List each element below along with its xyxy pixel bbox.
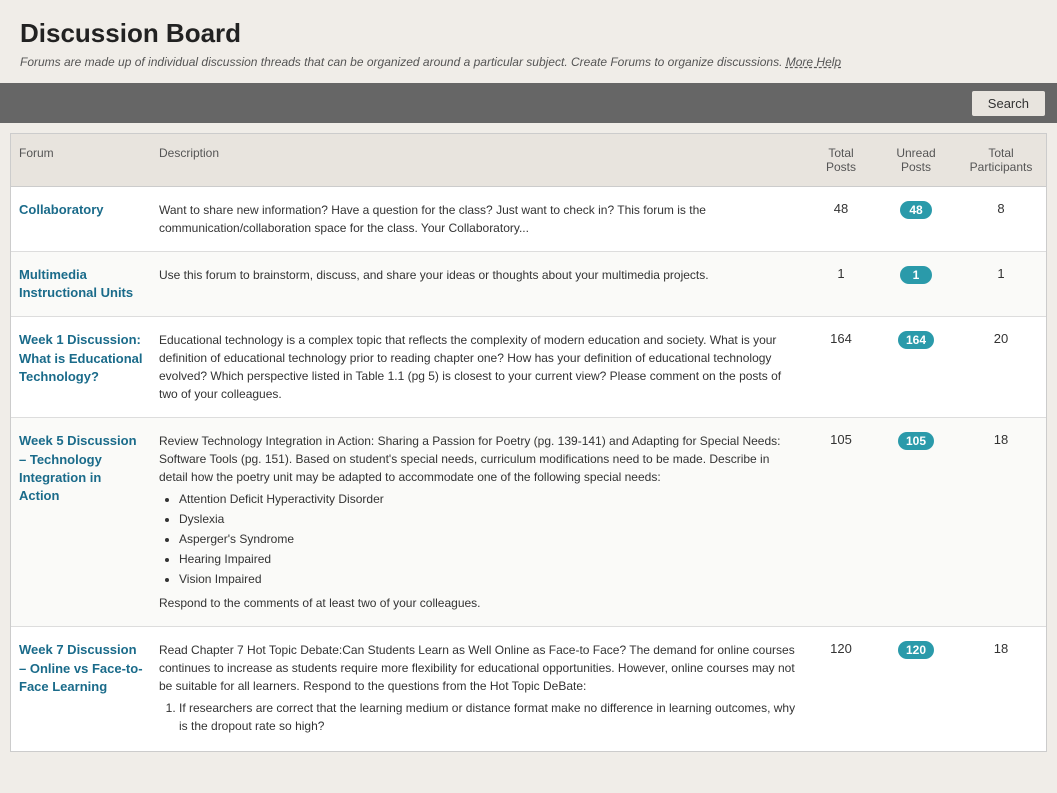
more-help-link[interactable]: More Help	[786, 55, 841, 69]
forum-unread-posts: 1	[876, 262, 956, 288]
forum-unread-posts: 48	[876, 197, 956, 223]
forum-description-text: Use this forum to brainstorm, discuss, a…	[159, 268, 709, 282]
col-forum-header: Forum	[11, 142, 151, 178]
content-area: Forum Description Total Posts Unread Pos…	[10, 133, 1047, 752]
forum-description-text: Read Chapter 7 Hot Topic Debate:Can Stud…	[159, 643, 795, 693]
forum-description-cell: Educational technology is a complex topi…	[151, 327, 806, 407]
list-item: Dyslexia	[179, 510, 798, 528]
col-unread-posts-header: Unread Posts	[876, 142, 956, 178]
forum-total-participants: 1	[956, 262, 1046, 285]
unread-badge: 48	[900, 201, 932, 219]
list-item: Vision Impaired	[179, 570, 798, 588]
forum-unread-posts: 120	[876, 637, 956, 663]
page-title: Discussion Board	[20, 18, 1037, 49]
list-item: Hearing Impaired	[179, 550, 798, 568]
forum-name-cell: Multimedia Instructional Units	[11, 262, 151, 306]
forum-total-participants: 18	[956, 637, 1046, 660]
col-description-header: Description	[151, 142, 806, 178]
table-row: Week 7 Discussion – Online vs Face-to-Fa…	[11, 627, 1046, 751]
forum-description-cell: Use this forum to brainstorm, discuss, a…	[151, 262, 806, 288]
forum-name-link[interactable]: Collaboratory	[19, 202, 104, 217]
forum-name-cell: Week 7 Discussion – Online vs Face-to-Fa…	[11, 637, 151, 700]
forum-description-cell: Review Technology Integration in Action:…	[151, 428, 806, 616]
col-total-posts-header: Total Posts	[806, 142, 876, 178]
forum-unread-posts: 105	[876, 428, 956, 454]
table-header: Forum Description Total Posts Unread Pos…	[11, 134, 1046, 187]
forum-rows-container: Collaboratory Want to share new informati…	[11, 187, 1046, 751]
forum-extra-text: Respond to the comments of at least two …	[159, 594, 798, 612]
forum-total-participants: 8	[956, 197, 1046, 220]
list-item: Attention Deficit Hyperactivity Disorder	[179, 490, 798, 508]
table-row: Week 5 Discussion – Technology Integrati…	[11, 418, 1046, 627]
forum-description-text: Review Technology Integration in Action:…	[159, 434, 781, 484]
forum-total-posts: 164	[806, 327, 876, 350]
forum-total-participants: 20	[956, 327, 1046, 350]
forum-name-link[interactable]: Week 7 Discussion – Online vs Face-to-Fa…	[19, 642, 143, 693]
forum-name-cell: Week 1 Discussion: What is Educational T…	[11, 327, 151, 390]
forum-name-link[interactable]: Multimedia Instructional Units	[19, 267, 133, 300]
forum-total-posts: 48	[806, 197, 876, 220]
forum-unread-posts: 164	[876, 327, 956, 353]
search-button[interactable]: Search	[972, 91, 1045, 116]
unread-badge: 1	[900, 266, 932, 284]
table-row: Week 1 Discussion: What is Educational T…	[11, 317, 1046, 418]
table-row: Multimedia Instructional Units Use this f…	[11, 252, 1046, 317]
forum-name-link[interactable]: Week 5 Discussion – Technology Integrati…	[19, 433, 137, 503]
unread-badge: 164	[898, 331, 934, 349]
forum-name-link[interactable]: Week 1 Discussion: What is Educational T…	[19, 332, 143, 383]
col-total-participants-header: Total Participants	[956, 142, 1046, 178]
forum-ordered-list: If researchers are correct that the lear…	[179, 699, 798, 735]
list-item: If researchers are correct that the lear…	[179, 699, 798, 735]
forum-total-posts: 120	[806, 637, 876, 660]
toolbar: Search	[0, 83, 1057, 123]
forum-description-cell: Read Chapter 7 Hot Topic Debate:Can Stud…	[151, 637, 806, 741]
forum-total-posts: 1	[806, 262, 876, 285]
forum-description-list: Attention Deficit Hyperactivity Disorder…	[179, 490, 798, 588]
unread-badge: 105	[898, 432, 934, 450]
forum-description-text: Want to share new information? Have a qu…	[159, 203, 706, 235]
forum-name-cell: Collaboratory	[11, 197, 151, 223]
forum-description-text: Educational technology is a complex topi…	[159, 333, 781, 401]
forum-total-posts: 105	[806, 428, 876, 451]
forum-name-cell: Week 5 Discussion – Technology Integrati…	[11, 428, 151, 509]
table-row: Collaboratory Want to share new informati…	[11, 187, 1046, 252]
list-item: Asperger's Syndrome	[179, 530, 798, 548]
unread-badge: 120	[898, 641, 934, 659]
forum-description-cell: Want to share new information? Have a qu…	[151, 197, 806, 241]
forum-total-participants: 18	[956, 428, 1046, 451]
page-subtitle: Forums are made up of individual discuss…	[20, 55, 1037, 69]
page-header: Discussion Board Forums are made up of i…	[0, 0, 1057, 83]
